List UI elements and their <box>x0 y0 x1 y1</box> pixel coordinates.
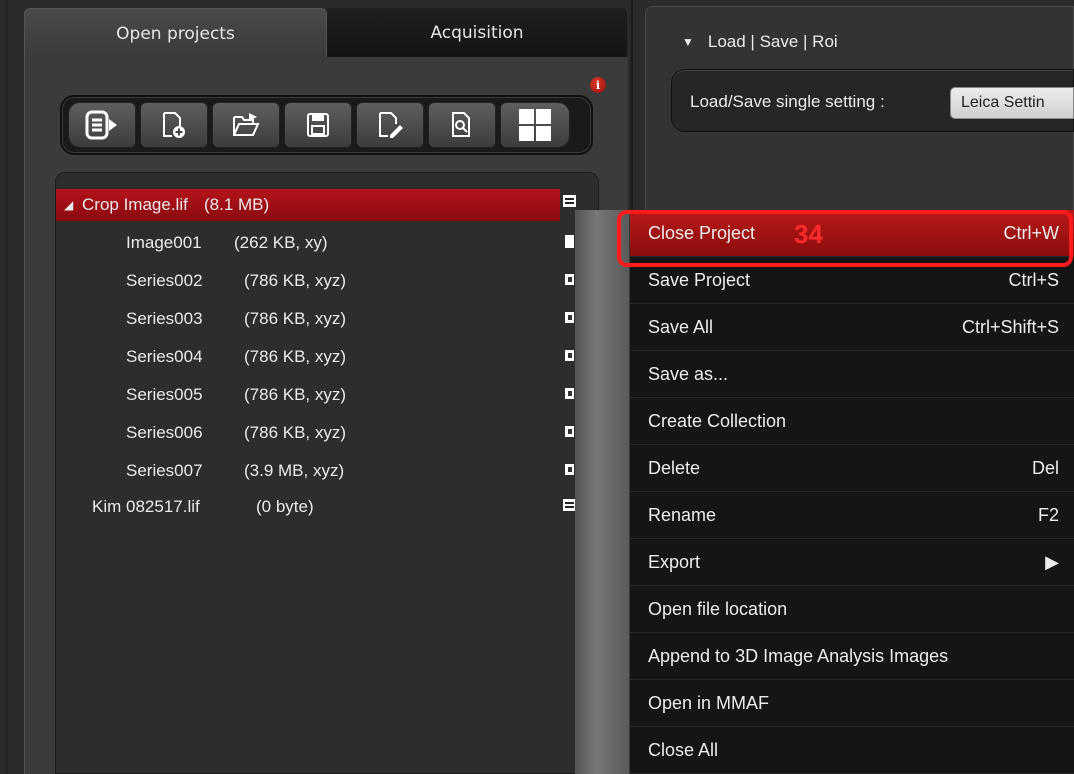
tab-acquisition[interactable]: Acquisition <box>327 8 627 58</box>
menu-item-open-file-location[interactable]: Open file location <box>630 586 1074 633</box>
tab-bar: Open projects Acquisition <box>24 8 628 58</box>
section-header-load-save-roi[interactable]: ▼ Load | Save | Roi <box>682 32 838 52</box>
menu-item-label: Close All <box>648 740 719 760</box>
project-file-icon <box>563 195 576 207</box>
menu-item-shortcut: Ctrl+Shift+S <box>961 317 1059 337</box>
menu-item-label: Create Collection <box>648 411 787 431</box>
context-menu: Close Project Ctrl+W Save Project Ctrl+S… <box>629 210 1074 774</box>
export-list-icon <box>85 110 117 140</box>
item-size: (786 KB, xyz) <box>244 385 347 404</box>
menu-item-append-3d-analysis[interactable]: Append to 3D Image Analysis Images <box>630 633 1074 680</box>
annotation-step-number: 34 <box>794 219 823 249</box>
menu-item-create-collection[interactable]: Create Collection <box>630 398 1074 445</box>
tab-open-projects[interactable]: Open projects <box>24 8 327 58</box>
project-row-kim[interactable]: Kim 082517.lif (0 byte) <box>56 491 560 523</box>
item-size: (786 KB, xyz) <box>244 347 347 366</box>
item-name: Series003 <box>126 309 203 328</box>
edit-document-button[interactable] <box>356 102 424 148</box>
project-size: (0 byte) <box>256 497 314 516</box>
project-toolbar <box>60 95 593 155</box>
item-name: Series006 <box>126 423 203 442</box>
menu-shadow <box>575 210 629 774</box>
menu-item-export[interactable]: Export ▶ <box>630 539 1074 586</box>
item-name: Series005 <box>126 385 203 404</box>
menu-item-label: Save Project <box>648 270 751 290</box>
menu-item-label: Open in MMAF <box>648 693 770 713</box>
collapse-triangle-icon[interactable]: ◢ <box>64 198 82 212</box>
new-project-icon <box>163 112 185 138</box>
project-name: Crop Image.lif <box>82 195 188 214</box>
item-name: Series004 <box>126 347 203 366</box>
menu-item-close-all[interactable]: Close All <box>630 727 1074 774</box>
menu-item-label: Save All <box>648 317 714 337</box>
item-size: (3.9 MB, xyz) <box>244 461 345 480</box>
submenu-arrow-icon: ▶ <box>1045 552 1059 572</box>
search-document-button[interactable] <box>428 102 496 148</box>
item-name: Series002 <box>126 271 203 290</box>
grid-layout-button[interactable] <box>500 102 570 148</box>
new-project-button[interactable] <box>140 102 208 148</box>
info-icon[interactable]: i <box>590 77 606 93</box>
menu-item-delete[interactable]: Delete Del <box>630 445 1074 492</box>
grid-layout-icon <box>519 109 551 141</box>
search-document-icon <box>452 112 470 137</box>
menu-item-label: Delete <box>648 458 701 478</box>
menu-item-save-as[interactable]: Save as... <box>630 351 1074 398</box>
load-save-label: Load/Save single setting : <box>690 92 885 111</box>
section-title: Load | Save | Roi <box>707 32 838 51</box>
tree-item-series003[interactable]: Series003 (786 KB, xyz) <box>56 303 560 335</box>
load-save-select[interactable]: Leica Settin <box>950 87 1074 119</box>
menu-item-label: Save as... <box>648 364 729 384</box>
item-size: (786 KB, xyz) <box>244 271 347 290</box>
save-button[interactable] <box>284 102 352 148</box>
annotation-highlight-box <box>617 210 1073 267</box>
menu-item-shortcut: F2 <box>1037 505 1059 525</box>
item-name: Image001 <box>126 233 202 252</box>
tree-item-series002[interactable]: Series002 (786 KB, xyz) <box>56 265 560 297</box>
menu-item-label: Export <box>648 552 701 572</box>
item-size: (786 KB, xyz) <box>244 423 347 442</box>
project-tree: ◢ Crop Image.lif (8.1 MB) Image001 (262 … <box>55 172 599 774</box>
item-size: (262 KB, xy) <box>234 233 328 252</box>
tree-item-series007[interactable]: Series007 (3.9 MB, xyz) <box>56 455 560 487</box>
export-list-button[interactable] <box>68 102 136 148</box>
menu-item-label: Rename <box>648 505 717 525</box>
save-icon <box>307 113 329 137</box>
item-name: Series007 <box>126 461 203 480</box>
tree-item-image001[interactable]: Image001 (262 KB, xy) <box>56 227 560 259</box>
tree-item-series006[interactable]: Series006 (786 KB, xyz) <box>56 417 560 449</box>
menu-item-save-all[interactable]: Save All Ctrl+Shift+S <box>630 304 1074 351</box>
project-row-crop-image[interactable]: ◢ Crop Image.lif (8.1 MB) <box>56 189 560 221</box>
project-name: Kim 082517.lif <box>92 497 200 516</box>
item-size: (786 KB, xyz) <box>244 309 347 328</box>
project-size: (8.1 MB) <box>204 195 270 214</box>
edit-document-icon <box>379 112 403 138</box>
expand-triangle-icon[interactable]: ▼ <box>682 35 694 49</box>
open-folder-icon <box>233 113 260 136</box>
open-folder-button[interactable] <box>212 102 280 148</box>
tree-item-series005[interactable]: Series005 (786 KB, xyz) <box>56 379 560 411</box>
menu-item-rename[interactable]: Rename F2 <box>630 492 1074 539</box>
menu-item-open-in-mmaf[interactable]: Open in MMAF <box>630 680 1074 727</box>
tree-item-series004[interactable]: Series004 (786 KB, xyz) <box>56 341 560 373</box>
menu-item-label: Append to 3D Image Analysis Images <box>648 646 949 666</box>
menu-item-shortcut: Ctrl+S <box>1008 270 1059 290</box>
menu-item-label: Open file location <box>648 599 788 619</box>
menu-item-shortcut: Del <box>1031 458 1059 478</box>
